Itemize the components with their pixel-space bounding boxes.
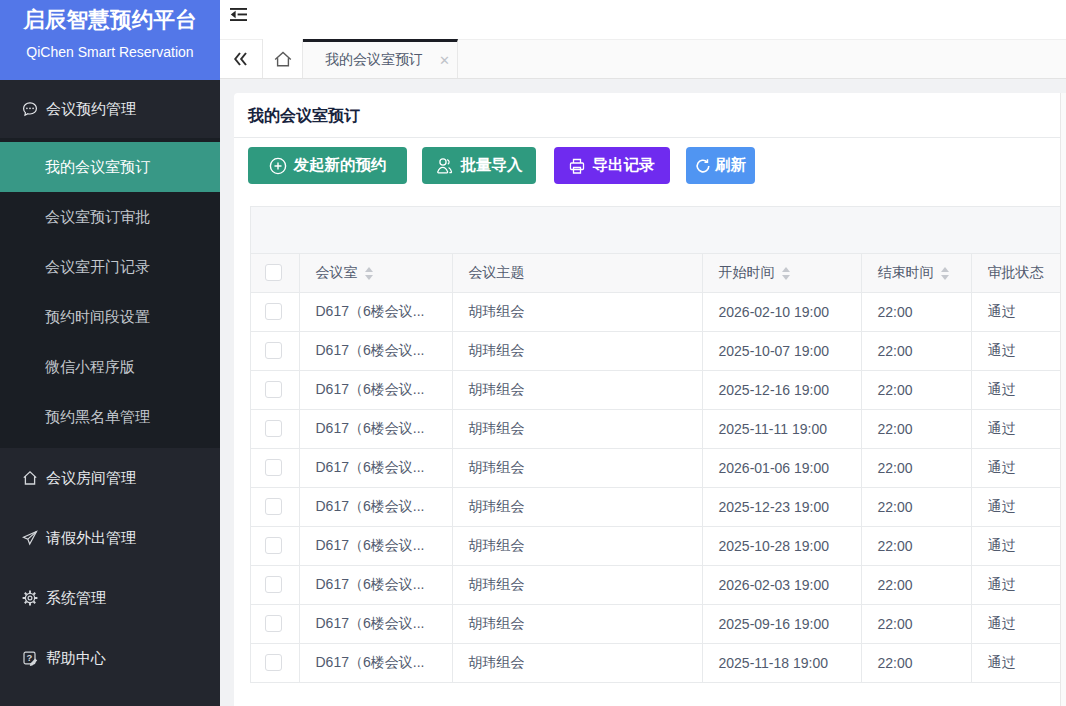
- svg-text:?: ?: [26, 652, 32, 663]
